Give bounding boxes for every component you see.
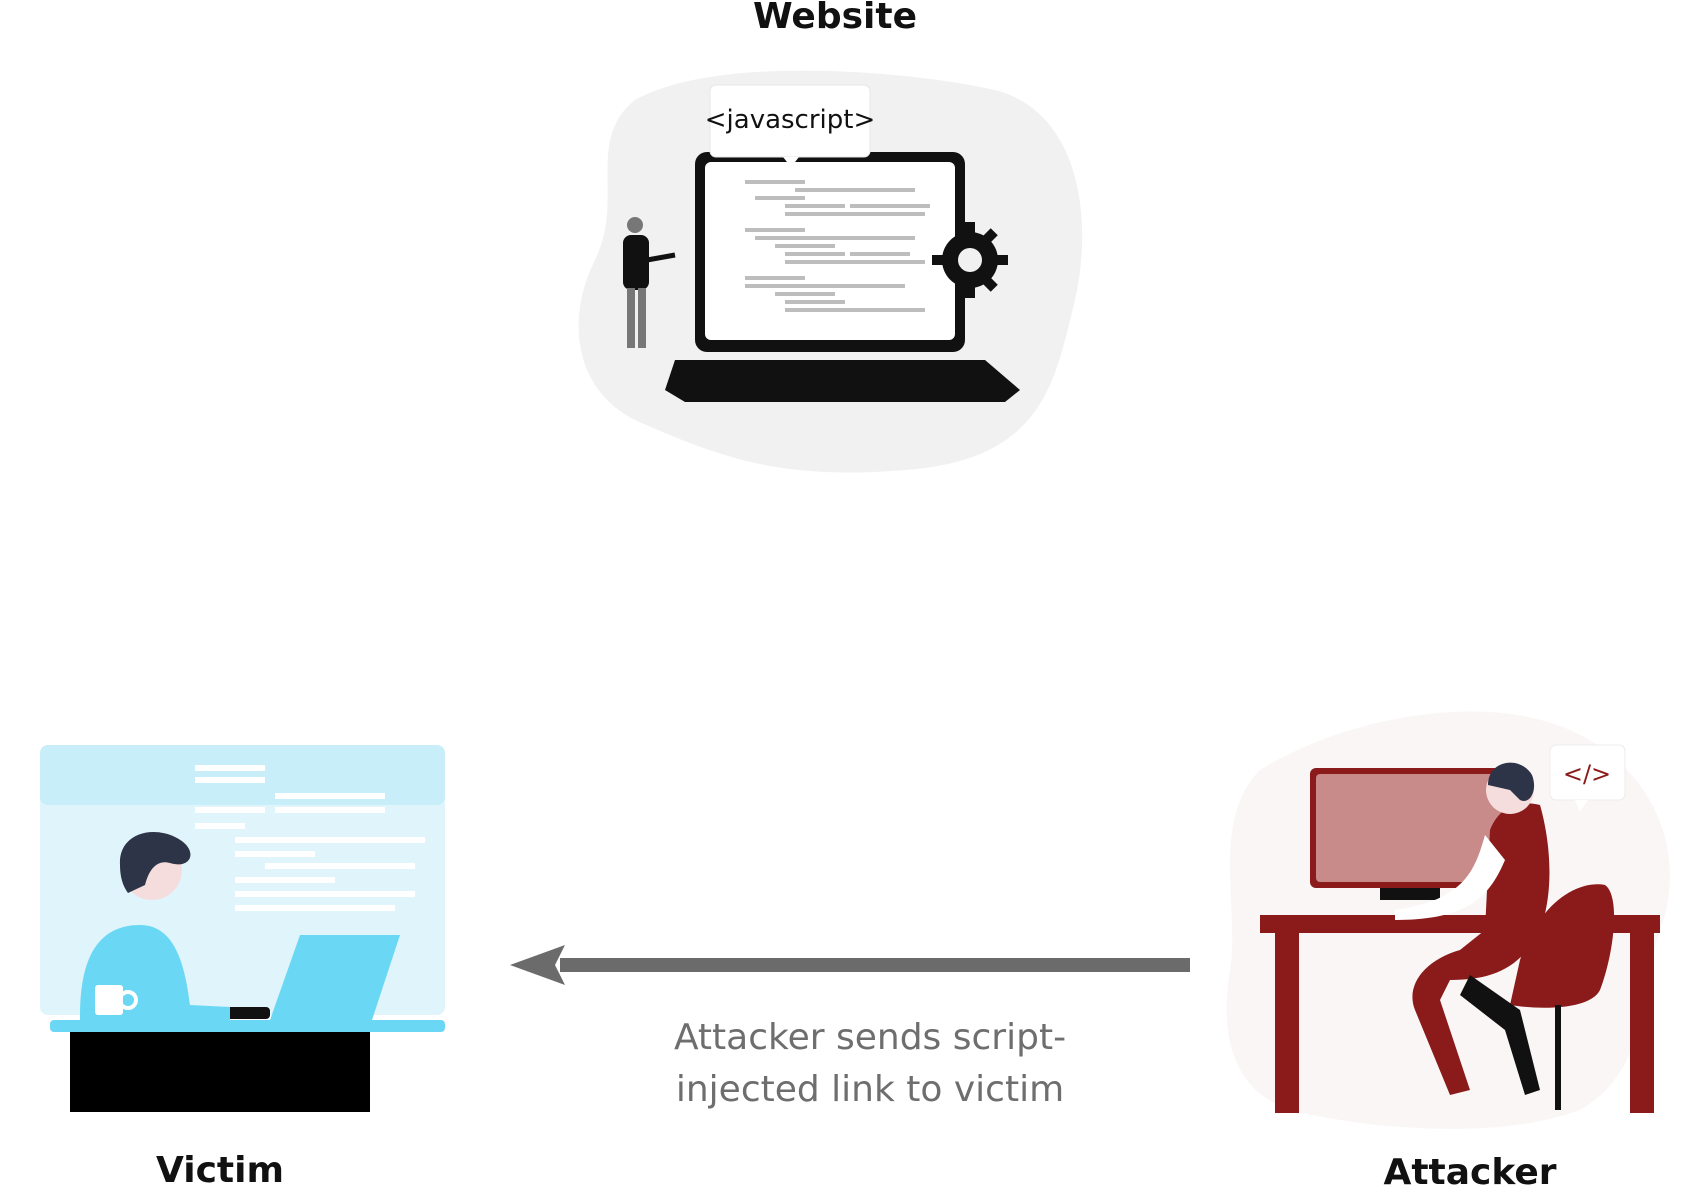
victim-desk-top [50, 1020, 445, 1032]
victim-desk-body [70, 1032, 370, 1112]
edge-caption-line-1: Attacker sends script- [673, 1017, 1067, 1058]
website-label: Website [752, 0, 917, 37]
javascript-bubble-text: <javascript> [705, 105, 876, 135]
attacker-desk-leg-right [1630, 933, 1654, 1113]
edge-caption: Attacker sends script- injected link to … [640, 1012, 1100, 1116]
website-illustration: <javascript> [578, 70, 1083, 473]
edge-caption-line-2: injected link to victim [675, 1069, 1065, 1110]
code-bubble-text: </> [1563, 760, 1611, 788]
victim-label: Victim [156, 1150, 284, 1191]
arrow-head [510, 945, 565, 985]
attacker-to-victim-arrow [510, 945, 1190, 985]
victim-illustration [40, 745, 445, 1112]
attacker-label: Attacker [1383, 1152, 1557, 1193]
attacker-illustration: </> [1226, 711, 1670, 1129]
laptop-base [665, 360, 1020, 402]
attacker-desk-leg-left [1275, 933, 1299, 1113]
